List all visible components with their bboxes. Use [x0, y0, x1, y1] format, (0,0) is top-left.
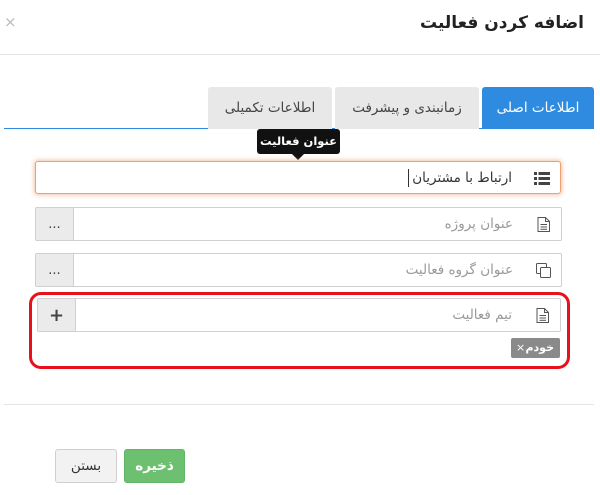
- tab-bar: اطلاعات اصلی زمانبندی و پیشرفت اطلاعات ت…: [4, 87, 594, 129]
- tab-scheduling-progress[interactable]: زمانبندی و پیشرفت: [335, 87, 479, 129]
- add-activity-modal: × اضافه کردن فعالیت اطلاعات اصلی زمانبند…: [0, 0, 600, 495]
- tab-main-info[interactable]: اطلاعات اصلی: [482, 87, 594, 129]
- activity-group-placeholder: عنوان گروه فعالیت: [405, 262, 513, 278]
- save-button[interactable]: ذخیره: [124, 449, 185, 483]
- activity-group-input[interactable]: عنوان گروه فعالیت ...: [35, 253, 562, 287]
- modal-header: × اضافه کردن فعالیت: [0, 0, 600, 55]
- footer-divider: [4, 404, 594, 405]
- tooltip-arrow: [292, 154, 304, 160]
- close-button[interactable]: بستن: [55, 449, 117, 483]
- field-tooltip: عنوان فعالیت: [257, 129, 340, 154]
- project-browse-button[interactable]: ...: [36, 208, 74, 240]
- list-icon: [524, 162, 560, 194]
- activity-group-browse-button[interactable]: ...: [36, 254, 74, 286]
- team-field-highlight: [29, 292, 570, 369]
- document-icon: [525, 208, 561, 240]
- modal-title: اضافه کردن فعالیت: [419, 13, 584, 33]
- close-icon[interactable]: ×: [4, 15, 17, 30]
- activity-title-input[interactable]: ارتباط با مشتریان: [35, 161, 561, 194]
- tab-additional-info[interactable]: اطلاعات تکمیلی: [208, 87, 332, 129]
- activity-title-value: ارتباط با مشتریان: [412, 170, 512, 186]
- copy-icon: [525, 254, 561, 286]
- project-title-input[interactable]: عنوان پروژه ...: [35, 207, 562, 241]
- text-caret: [408, 169, 409, 187]
- project-title-placeholder: عنوان پروژه: [444, 216, 513, 232]
